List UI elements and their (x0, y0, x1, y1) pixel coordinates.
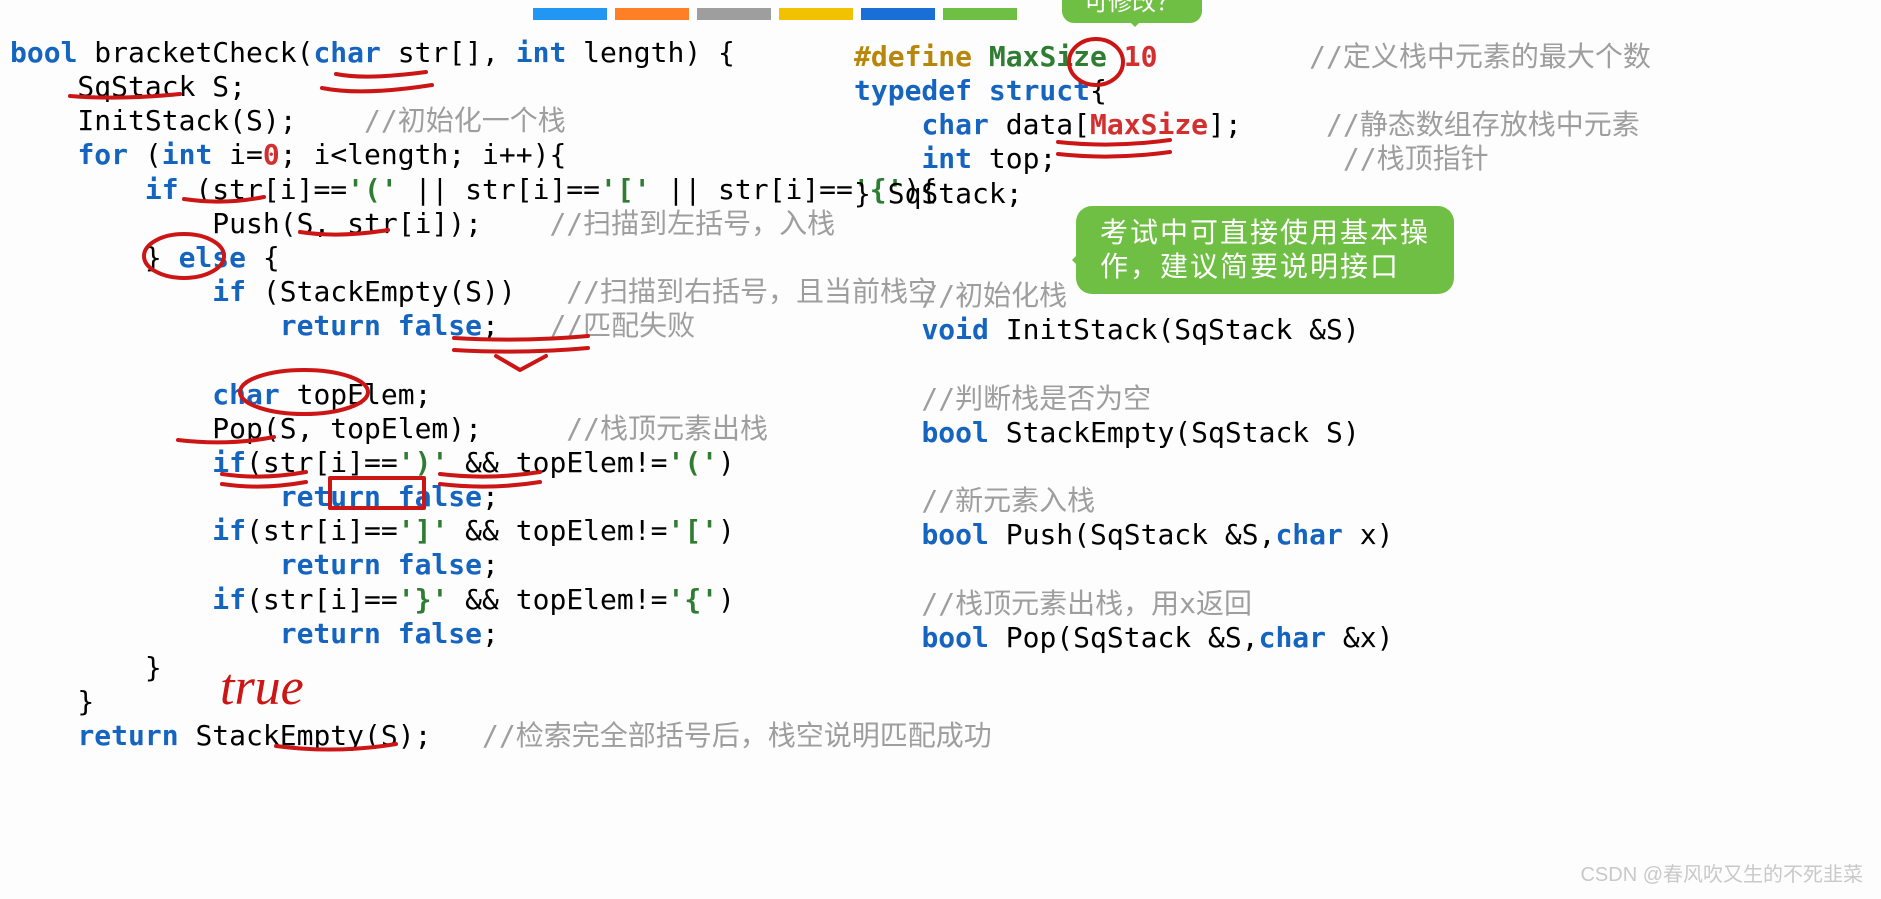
watermark: CSDN @春风吹又生的不死韭菜 (1580, 863, 1863, 887)
callout-top: 可修改？ (1062, 0, 1202, 23)
swatch-2 (615, 8, 689, 20)
swatch-5 (861, 8, 935, 20)
code-right: #define MaxSize 10 //定义栈中元素的最大个数 typedef… (854, 40, 1574, 655)
code-left: bool bracketCheck(char str[], int length… (10, 36, 850, 753)
code-right-pre: #define MaxSize 10 //定义栈中元素的最大个数 typedef… (854, 40, 1574, 655)
swatch-6 (943, 8, 1017, 20)
legend-swatches (533, 8, 1017, 20)
code-left-pre: bool bracketCheck(char str[], int length… (10, 36, 850, 753)
swatch-1 (533, 8, 607, 20)
swatch-4 (779, 8, 853, 20)
swatch-3 (697, 8, 771, 20)
